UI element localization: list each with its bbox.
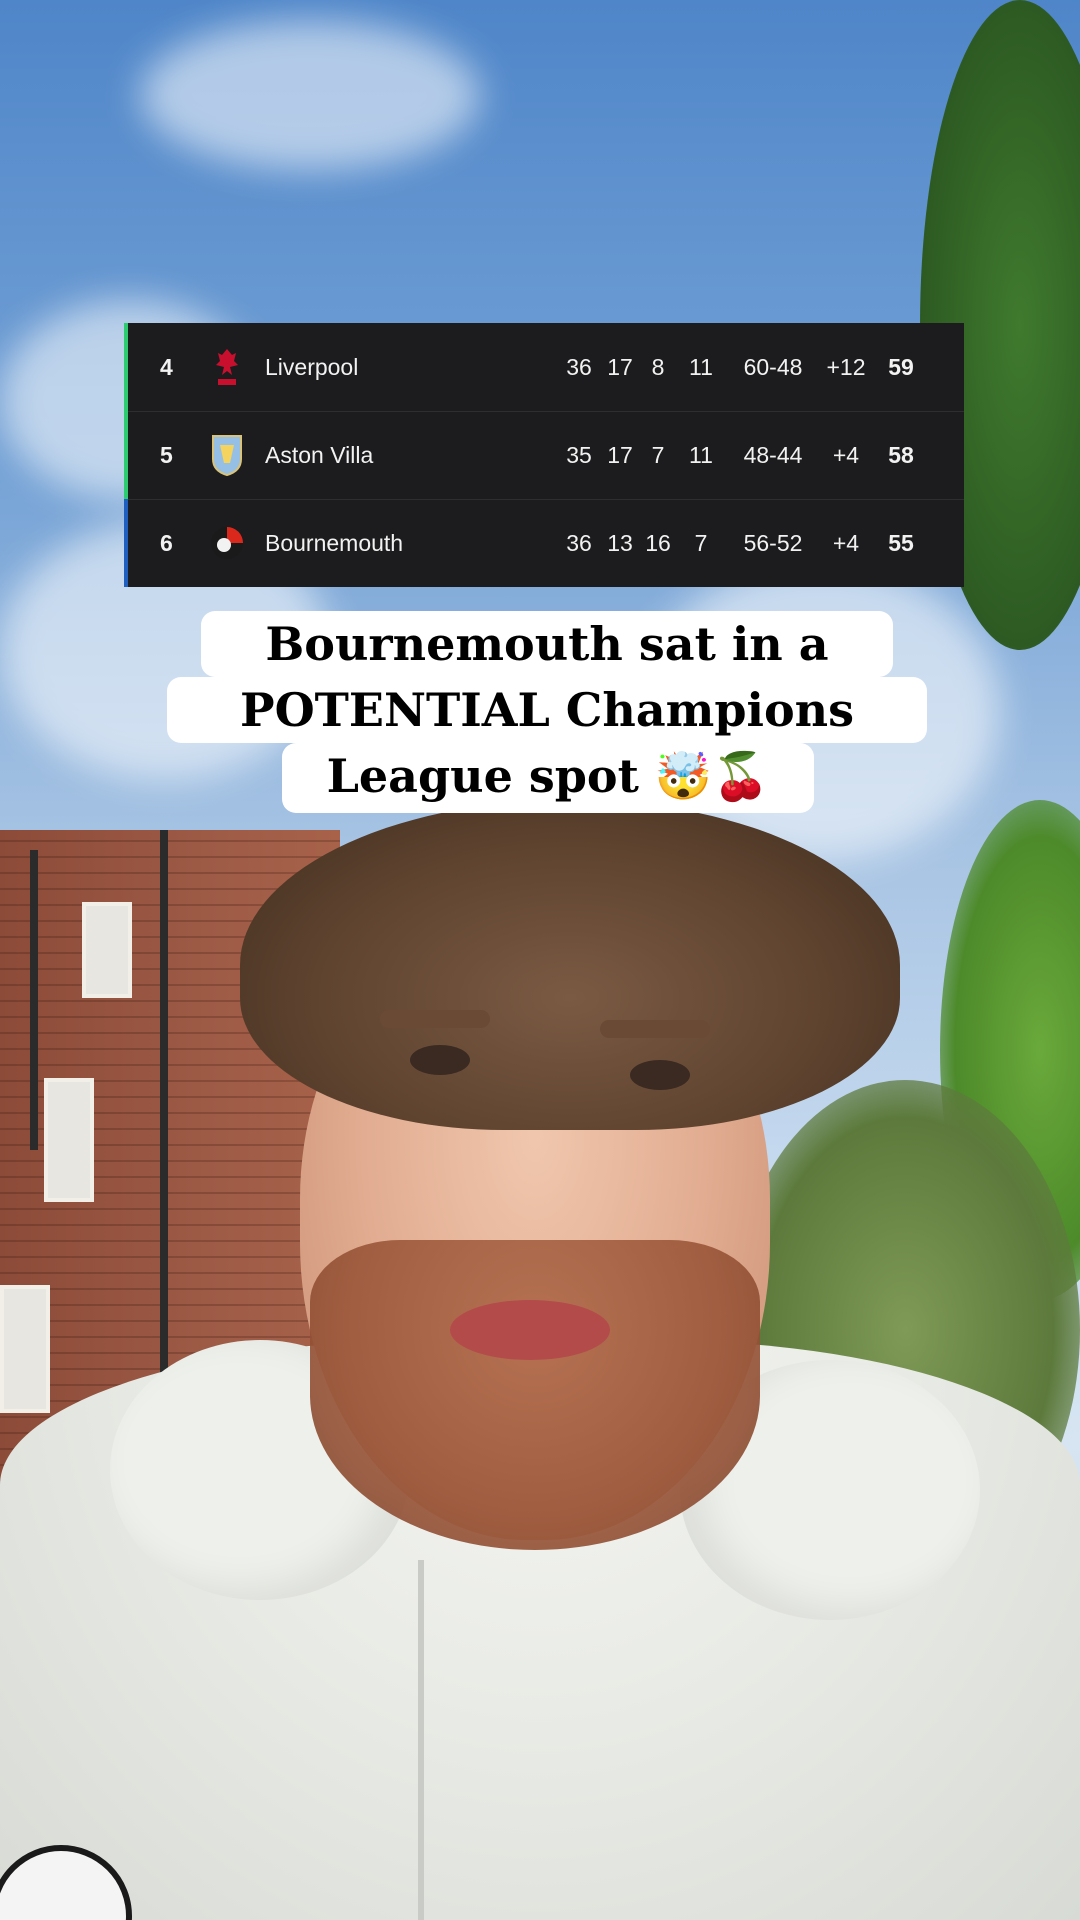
window [44, 1078, 94, 1202]
goal-difference: +4 [832, 530, 860, 556]
position: 5 [160, 442, 173, 468]
beard [310, 1240, 760, 1550]
goal-difference: +4 [832, 442, 860, 468]
played: 36 [566, 354, 592, 380]
lost: 11 [689, 442, 713, 468]
window [82, 902, 132, 998]
drainpipe [30, 850, 38, 1150]
drawn: 7 [651, 442, 665, 468]
won: 17 [607, 442, 633, 468]
eye [630, 1060, 690, 1090]
qualification-bar [124, 499, 128, 587]
video-background [0, 0, 1080, 1920]
points: 55 [888, 530, 914, 556]
qualification-bar [124, 323, 128, 411]
won: 13 [607, 530, 633, 556]
table-row: 4 Liverpool 36 17 8 11 60-48 +12 59 [124, 323, 964, 412]
drawn: 16 [645, 530, 671, 556]
table-row: 5 Aston Villa 35 17 7 11 48-44 +4 58 [124, 411, 964, 500]
team-name: Liverpool [265, 354, 359, 380]
mouth [450, 1300, 610, 1360]
position: 4 [160, 354, 173, 380]
caption-line: POTENTIAL Champions [167, 677, 927, 743]
points: 58 [888, 442, 914, 468]
team-name: Bournemouth [265, 530, 404, 556]
window [0, 1285, 50, 1413]
points: 59 [888, 354, 914, 380]
goals: 48-44 [743, 442, 803, 468]
played: 35 [566, 442, 592, 468]
eyebrow [600, 1020, 710, 1038]
goal-difference: +12 [826, 354, 866, 380]
eye [410, 1045, 470, 1075]
hair [240, 800, 900, 1130]
zipper [418, 1560, 424, 1920]
caption-line: Bournemouth sat in a [201, 611, 893, 677]
team-name: Aston Villa [265, 442, 374, 468]
lost: 11 [689, 354, 713, 380]
cloud [140, 20, 480, 170]
aston-villa-crest-icon [212, 435, 242, 477]
drawn: 8 [651, 354, 665, 380]
caption-line: League spot 🤯🍒 [282, 743, 814, 813]
eyebrow [380, 1010, 490, 1028]
bournemouth-crest-icon [211, 527, 243, 559]
goals: 56-52 [743, 530, 803, 556]
qualification-bar [124, 411, 128, 499]
lost: 7 [694, 530, 708, 556]
won: 17 [607, 354, 633, 380]
league-table: 4 Liverpool 36 17 8 11 60-48 +12 59 5 As… [124, 323, 964, 587]
table-row: 6 Bournemouth 36 13 16 7 56-52 +4 55 [124, 499, 964, 587]
goals: 60-48 [743, 354, 803, 380]
liverpool-crest-icon [216, 349, 238, 385]
position: 6 [160, 530, 173, 556]
played: 36 [566, 530, 592, 556]
